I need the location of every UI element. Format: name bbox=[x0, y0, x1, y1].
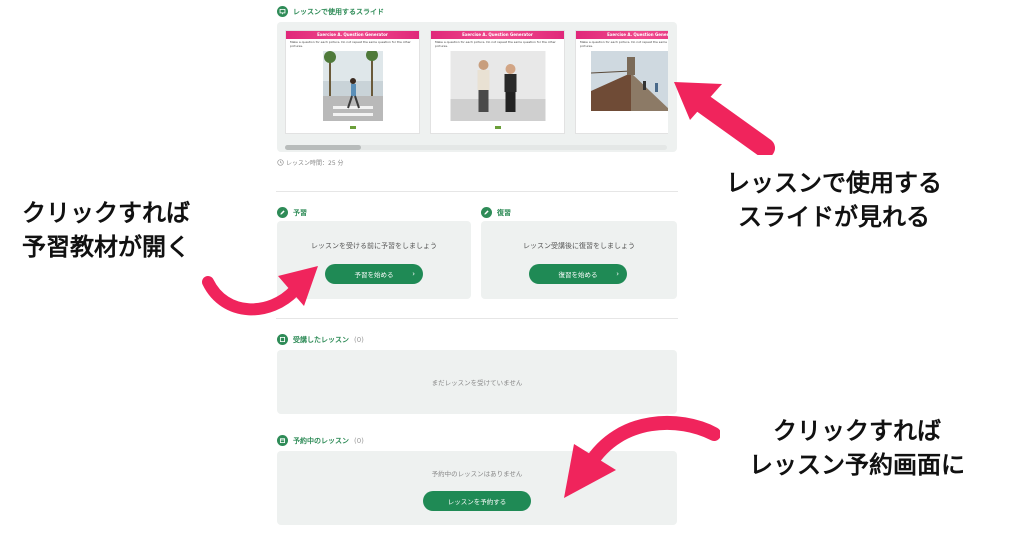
arrow-to-preview-button-icon bbox=[202, 266, 318, 316]
annotation-slides-line2: スライドが見れる bbox=[738, 203, 930, 231]
slide-photo-bridge bbox=[591, 51, 668, 111]
annotation-preview-line1: クリックすれば bbox=[22, 199, 190, 227]
annotation-reserve: クリックすれば レッスン予約画面に bbox=[712, 414, 1002, 482]
taken-empty-message: まだレッスンを受けていません bbox=[431, 379, 523, 387]
annotation-slides-line1: レッスンで使用する bbox=[726, 169, 942, 197]
annotation-reserve-line1: クリックすれば bbox=[773, 417, 941, 445]
preview-message: レッスンを受ける前に予習をしましょう bbox=[311, 242, 437, 250]
reserved-section-header: 予約中のレッスン (0) bbox=[277, 435, 364, 446]
annotation-preview-line2: 予習教材が開く bbox=[22, 233, 190, 261]
annotation-reserve-line2: レッスン予約画面に bbox=[749, 451, 965, 479]
chevron-right-icon: › bbox=[616, 270, 619, 278]
slides-icon bbox=[277, 6, 288, 17]
lesson-duration-text: レッスン時間：25 分 bbox=[286, 160, 344, 167]
taken-lessons-card: まだレッスンを受けていません bbox=[277, 350, 677, 414]
slide-thumbnail[interactable]: Exercise A. Question Generator Make a qu… bbox=[430, 30, 565, 134]
slides-scrollbar-thumb[interactable] bbox=[285, 145, 361, 150]
slides-section-header: レッスンで使用するスライド bbox=[277, 6, 384, 17]
arrow-to-reserve-button-icon bbox=[564, 415, 720, 498]
slide-header: Exercise A. Question Generator bbox=[431, 31, 564, 39]
slides-strip[interactable]: Exercise A. Question Generator Make a qu… bbox=[285, 30, 668, 156]
slide-instruction: Make a question for each picture. Do not… bbox=[580, 40, 668, 48]
start-review-button-label: 復習を始める bbox=[558, 271, 598, 279]
slides-section-title: レッスンで使用するスライド bbox=[293, 7, 384, 16]
preview-section-header: 予習 bbox=[277, 207, 307, 218]
slide-logo bbox=[349, 126, 356, 129]
taken-count: (0) bbox=[354, 335, 364, 344]
reserve-lesson-button[interactable]: レッスンを予約する bbox=[423, 491, 531, 511]
chevron-right-icon: › bbox=[412, 270, 415, 278]
calendar-icon bbox=[277, 435, 288, 446]
review-section-title: 復習 bbox=[497, 208, 511, 217]
reserve-lesson-button-label: レッスンを予約する bbox=[447, 498, 507, 506]
review-card: レッスン受講後に復習をしましょう 復習を始める › bbox=[481, 221, 677, 299]
history-icon bbox=[277, 334, 288, 345]
pencil-icon bbox=[481, 207, 492, 218]
lesson-duration: レッスン時間：25 分 bbox=[277, 158, 344, 167]
slides-carousel[interactable]: Exercise A. Question Generator Make a qu… bbox=[277, 22, 677, 152]
divider bbox=[276, 318, 678, 319]
annotation-preview: クリックすれば 予習教材が開く bbox=[22, 196, 190, 264]
slide-header: Exercise A. Question Generator bbox=[286, 31, 419, 39]
clock-icon bbox=[277, 159, 284, 166]
review-section-header: 復習 bbox=[481, 207, 511, 218]
taken-section-header: 受講したレッスン (0) bbox=[277, 334, 364, 345]
slide-photo-people bbox=[450, 51, 545, 121]
start-preview-button[interactable]: 予習を始める › bbox=[325, 264, 423, 284]
taken-section-title: 受講したレッスン bbox=[293, 335, 349, 344]
pencil-icon bbox=[277, 207, 288, 218]
reserved-count: (0) bbox=[354, 436, 364, 445]
reserved-section-title: 予約中のレッスン bbox=[293, 436, 349, 445]
slide-thumbnail[interactable]: Exercise A. Question Generator Make a qu… bbox=[285, 30, 420, 134]
slide-instruction: Make a question for each picture. Do not… bbox=[290, 40, 411, 48]
slide-thumbnail[interactable]: Exercise A. Question Generator Make a qu… bbox=[575, 30, 668, 134]
slides-scrollbar[interactable] bbox=[285, 145, 667, 150]
slide-header: Exercise A. Question Generator bbox=[576, 31, 668, 39]
preview-section-title: 予習 bbox=[293, 208, 307, 217]
start-preview-button-label: 予習を始める bbox=[354, 271, 394, 279]
slide-instruction: Make a question for each picture. Do not… bbox=[435, 40, 556, 48]
divider bbox=[276, 191, 678, 192]
slide-logo bbox=[494, 126, 501, 129]
arrow-to-slides-icon bbox=[674, 82, 775, 155]
slide-photo-street bbox=[322, 51, 383, 121]
review-message: レッスン受講後に復習をしましょう bbox=[523, 242, 635, 250]
start-review-button[interactable]: 復習を始める › bbox=[529, 264, 627, 284]
annotation-slides: レッスンで使用する スライドが見れる bbox=[704, 166, 964, 234]
